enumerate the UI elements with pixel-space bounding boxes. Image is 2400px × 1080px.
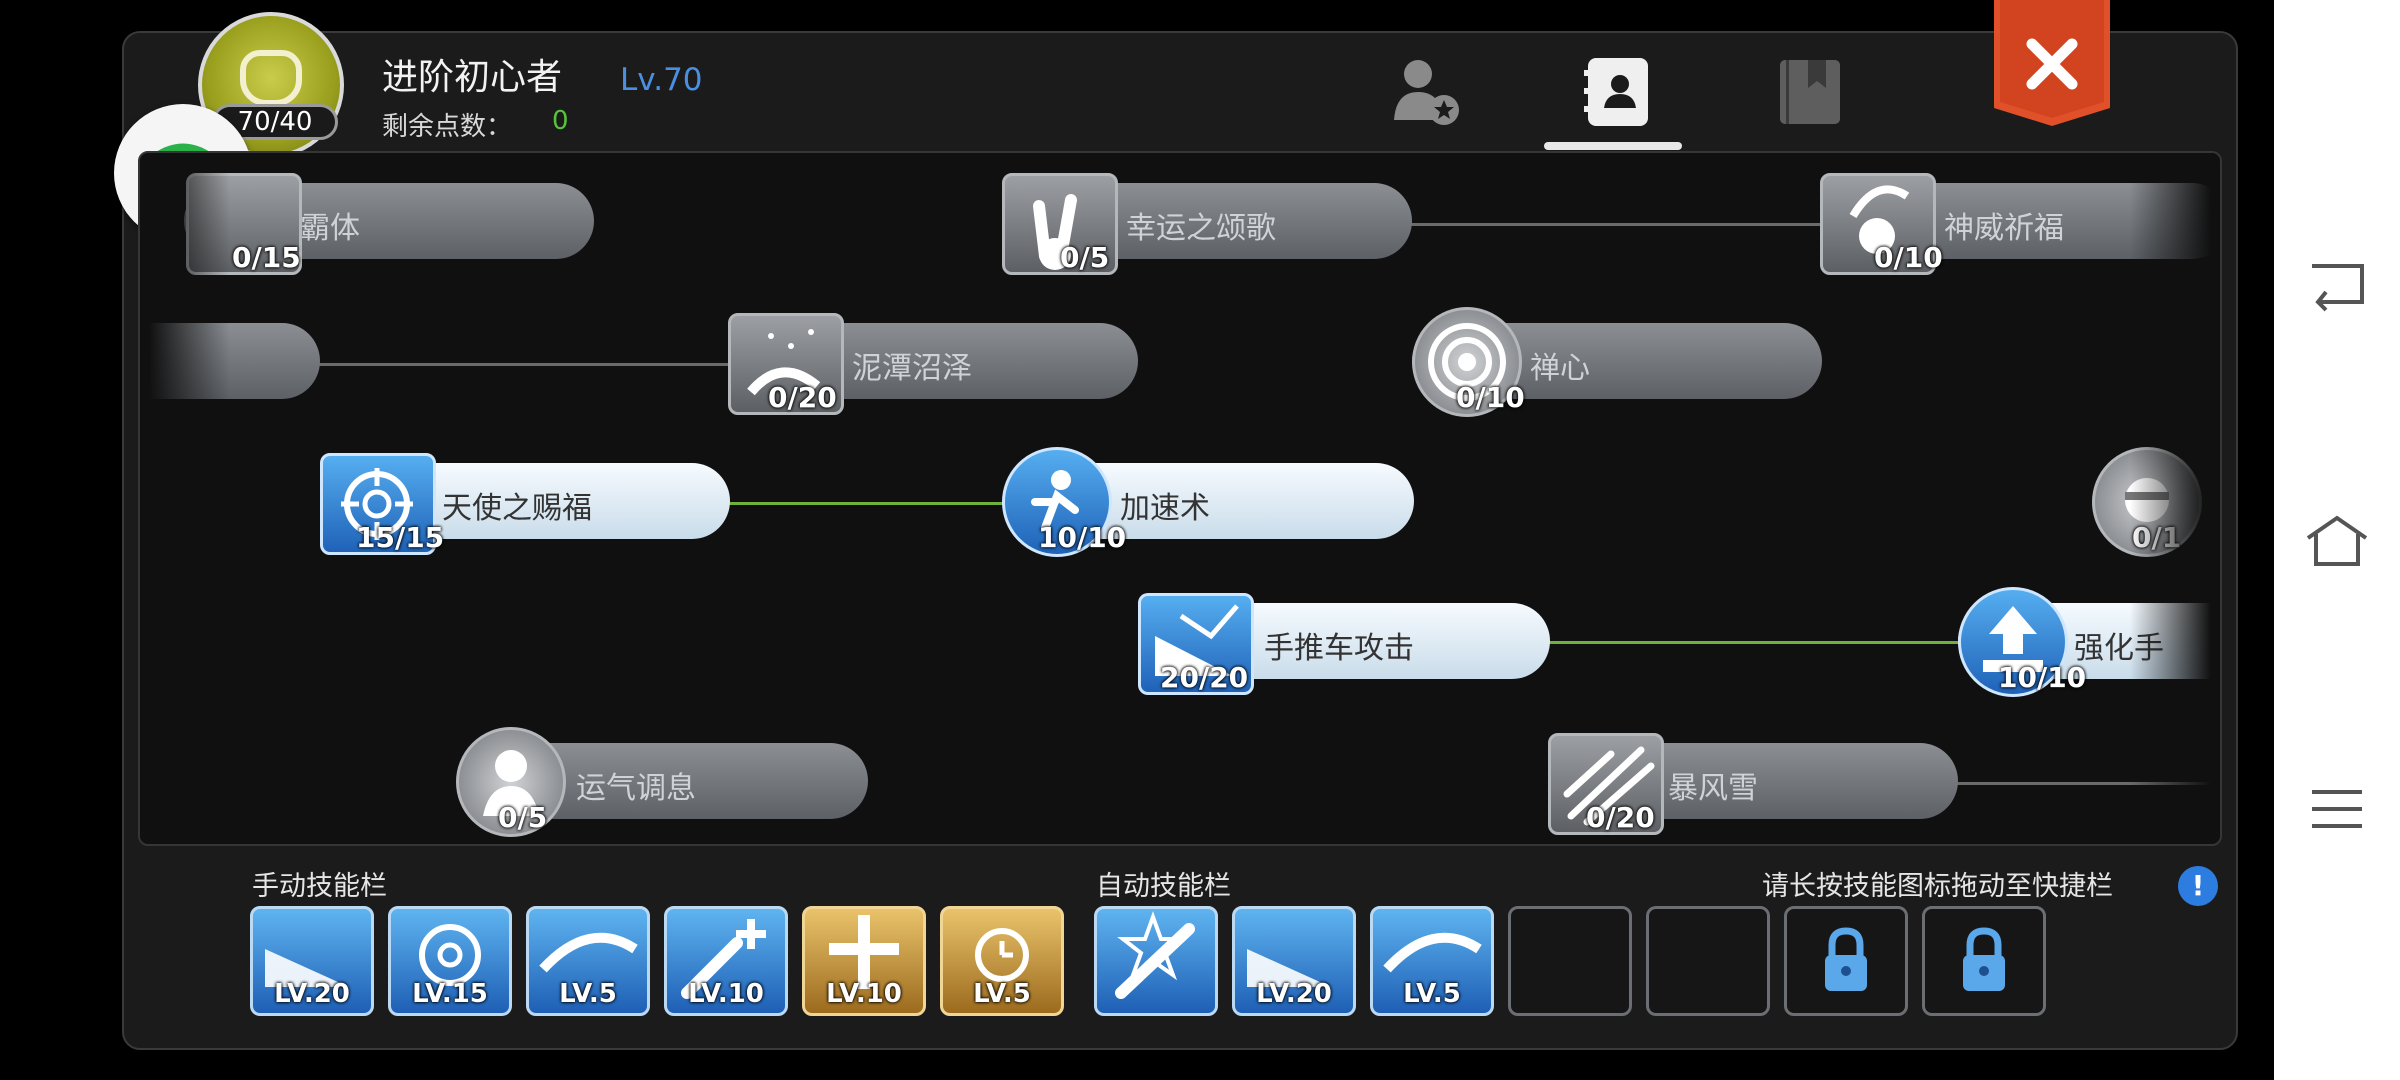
skill-level: 0/5 xyxy=(498,801,548,834)
remaining-points-label: 剩余点数： xyxy=(382,112,513,142)
tree-connector xyxy=(720,502,1010,505)
slot-level: LV.20 xyxy=(274,979,350,1009)
manual-skill-slot[interactable]: LV.5 xyxy=(526,906,650,1016)
auto-skill-slot[interactable] xyxy=(1094,906,1218,1016)
skill-level: 0/20 xyxy=(1586,801,1655,834)
skill-level: 0/10 xyxy=(1456,381,1525,414)
skill-name: 手推车攻击 xyxy=(1264,631,1414,666)
skill-tree: 霸体 0/15 幸运之颂歌 0/5 神威祈福 0/10 泥潭沼泽 0/20 禅心… xyxy=(138,151,2222,846)
info-icon[interactable]: ! xyxy=(2178,866,2218,906)
skill-name: 禅心 xyxy=(1530,351,1590,386)
skill-name: 强化手 xyxy=(2074,631,2164,666)
recent-apps-icon[interactable] xyxy=(2304,776,2370,842)
auto-skill-slot[interactable]: LV.20 xyxy=(1232,906,1356,1016)
skill-level: 0/10 xyxy=(1874,241,1943,274)
skill-level: 15/15 xyxy=(356,521,445,554)
tree-connector xyxy=(1950,782,2220,785)
bookmark-book-icon[interactable] xyxy=(1772,54,1848,130)
skill-name: 天使之赐福 xyxy=(442,491,592,526)
auto-skill-slot[interactable]: LV.5 xyxy=(1370,906,1494,1016)
remaining-points-value: 0 xyxy=(552,106,569,136)
tree-connector xyxy=(1406,223,1826,226)
slot-level: LV.20 xyxy=(1256,979,1332,1009)
skill-level: 10/10 xyxy=(1998,661,2087,694)
person-star-icon[interactable] xyxy=(1388,54,1464,130)
back-icon[interactable] xyxy=(2304,252,2370,318)
auto-bar-label: 自动技能栏 xyxy=(1096,871,1231,902)
skill-level: 0/15 xyxy=(232,241,301,274)
auto-skill-slot-empty[interactable] xyxy=(1646,906,1770,1016)
close-button[interactable] xyxy=(1994,0,2110,126)
tree-connector xyxy=(310,363,730,366)
lock-icon xyxy=(1825,927,1867,991)
skill-name: 神威祈福 xyxy=(1944,211,2064,246)
skill-name: 泥潭沼泽 xyxy=(852,351,972,386)
auto-skill-slot-empty[interactable] xyxy=(1508,906,1632,1016)
manual-skill-slot[interactable]: LV.20 xyxy=(250,906,374,1016)
auto-skill-slot-locked[interactable] xyxy=(1784,906,1908,1016)
character-level: Lv.70 xyxy=(620,62,703,98)
class-title: 进阶初心者 xyxy=(382,57,563,98)
drag-hint: 请长按技能图标拖动至快捷栏 xyxy=(1762,871,2113,902)
auto-skill-slot-locked[interactable] xyxy=(1922,906,2046,1016)
skill-name: 运气调息 xyxy=(576,771,696,806)
skill-level: 0/20 xyxy=(768,381,837,414)
slot-level: LV.5 xyxy=(559,979,617,1009)
manual-skill-slot[interactable]: LV.5 xyxy=(940,906,1064,1016)
system-nav-bar xyxy=(2274,0,2400,1080)
skill-name: 加速术 xyxy=(1120,491,1210,526)
skill-level: 0/1 xyxy=(2132,521,2182,554)
skill-level: 10/10 xyxy=(1038,521,1127,554)
slot-level: LV.10 xyxy=(688,979,764,1009)
contact-book-icon[interactable] xyxy=(1580,54,1656,130)
manual-skill-slot[interactable]: LV.10 xyxy=(802,906,926,1016)
skill-node[interactable] xyxy=(140,323,320,399)
skill-level: 20/20 xyxy=(1160,661,1249,694)
skill-name: 霸体 xyxy=(300,211,360,246)
lock-icon xyxy=(1963,927,2005,991)
skill-level: 0/5 xyxy=(1060,241,1110,274)
skill-name: 幸运之颂歌 xyxy=(1126,211,1276,246)
tree-connector xyxy=(1540,641,1960,644)
slot-level: LV.15 xyxy=(412,979,488,1009)
manual-skill-slot[interactable]: LV.15 xyxy=(388,906,512,1016)
slot-level: LV.5 xyxy=(1403,979,1461,1009)
manual-skill-slot[interactable]: LV.10 xyxy=(664,906,788,1016)
manual-bar-label: 手动技能栏 xyxy=(252,871,387,902)
active-tab-indicator xyxy=(1544,142,1682,150)
home-icon[interactable] xyxy=(2304,508,2370,574)
slot-level: LV.5 xyxy=(973,979,1031,1009)
slot-level: LV.10 xyxy=(826,979,902,1009)
skill-name: 暴风雪 xyxy=(1668,771,1758,806)
